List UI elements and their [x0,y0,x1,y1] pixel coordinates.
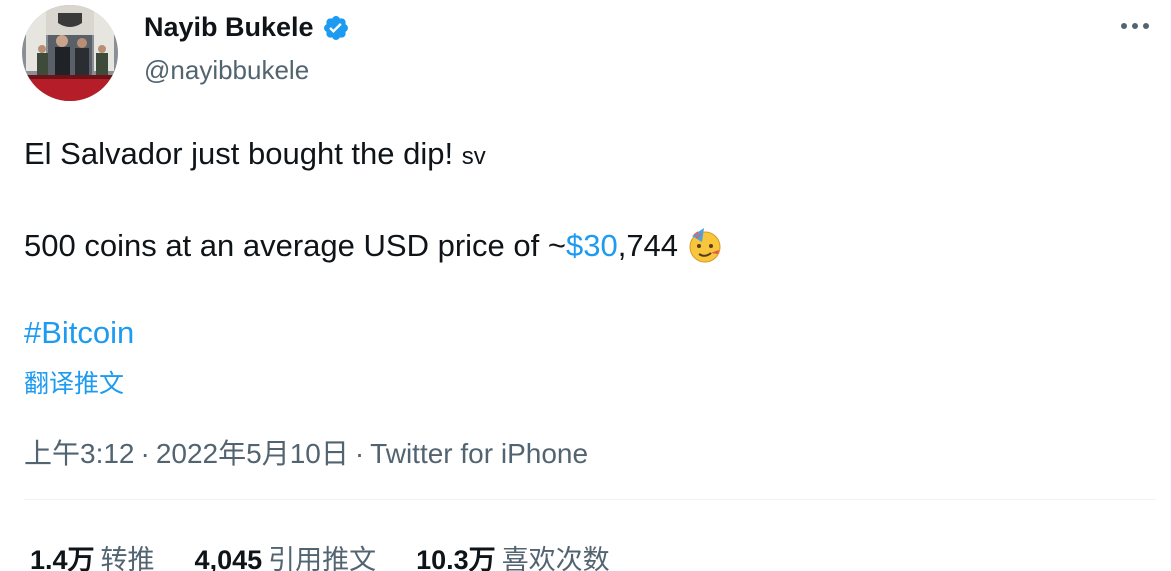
quotes-label: 引用推文 [268,545,377,571]
hashtag-link[interactable]: #Bitcoin [24,315,134,351]
tweet-text-line-1: El Salvador just bought the dip! sv [24,136,486,172]
meta-separator: · [140,438,150,469]
tweet-text-line-2: 500 coins at an average USD price of ~$3… [24,226,724,264]
author-handle[interactable]: @nayibbukele [144,55,309,86]
tweet-meta: 上午3:12 · 2022年5月10日 · Twitter for iPhone [24,432,588,472]
avatar[interactable] [22,5,118,101]
tweet-text-main: El Salvador just bought the dip! [24,136,462,171]
divider [24,499,1156,500]
face-with-party-hat-icon [686,226,724,264]
tweet-time[interactable]: 上午3:12 [24,438,135,469]
verified-badge-icon [322,14,350,42]
retweets-label: 转推 [100,545,155,571]
author-display-name[interactable]: Nayib Bukele [144,12,314,43]
tweet-date[interactable]: 2022年5月10日 [156,438,349,469]
retweets-stat[interactable]: 1.4万 转推 [30,538,155,571]
more-options-icon[interactable] [1118,16,1152,36]
retweets-count: 1.4万 [30,545,95,571]
quotes-stat[interactable]: 4,045 引用推文 [195,538,377,571]
likes-stat[interactable]: 10.3万 喜欢次数 [416,538,610,571]
tweet-detail: Nayib Bukele @nayibbukele El Salvador ju… [0,0,1171,571]
translate-tweet-link[interactable]: 翻译推文 [24,364,124,400]
engagement-stats: 1.4万 转推 4,045 引用推文 10.3万 喜欢次数 [30,538,610,571]
likes-label: 喜欢次数 [501,545,610,571]
tweet-text-suffix: ,744 [617,228,679,263]
likes-count: 10.3万 [416,545,496,571]
quotes-count: 4,045 [194,545,263,571]
cashtag-link[interactable]: $30 [566,228,618,263]
tweet-text-prefix: 500 coins at an average USD price of ~ [24,228,566,263]
author-name-row: Nayib Bukele [144,12,350,43]
meta-separator: · [354,438,365,469]
avatar-photo [22,5,118,101]
flag-text: sv [461,143,486,170]
tweet-source[interactable]: Twitter for iPhone [370,438,588,469]
